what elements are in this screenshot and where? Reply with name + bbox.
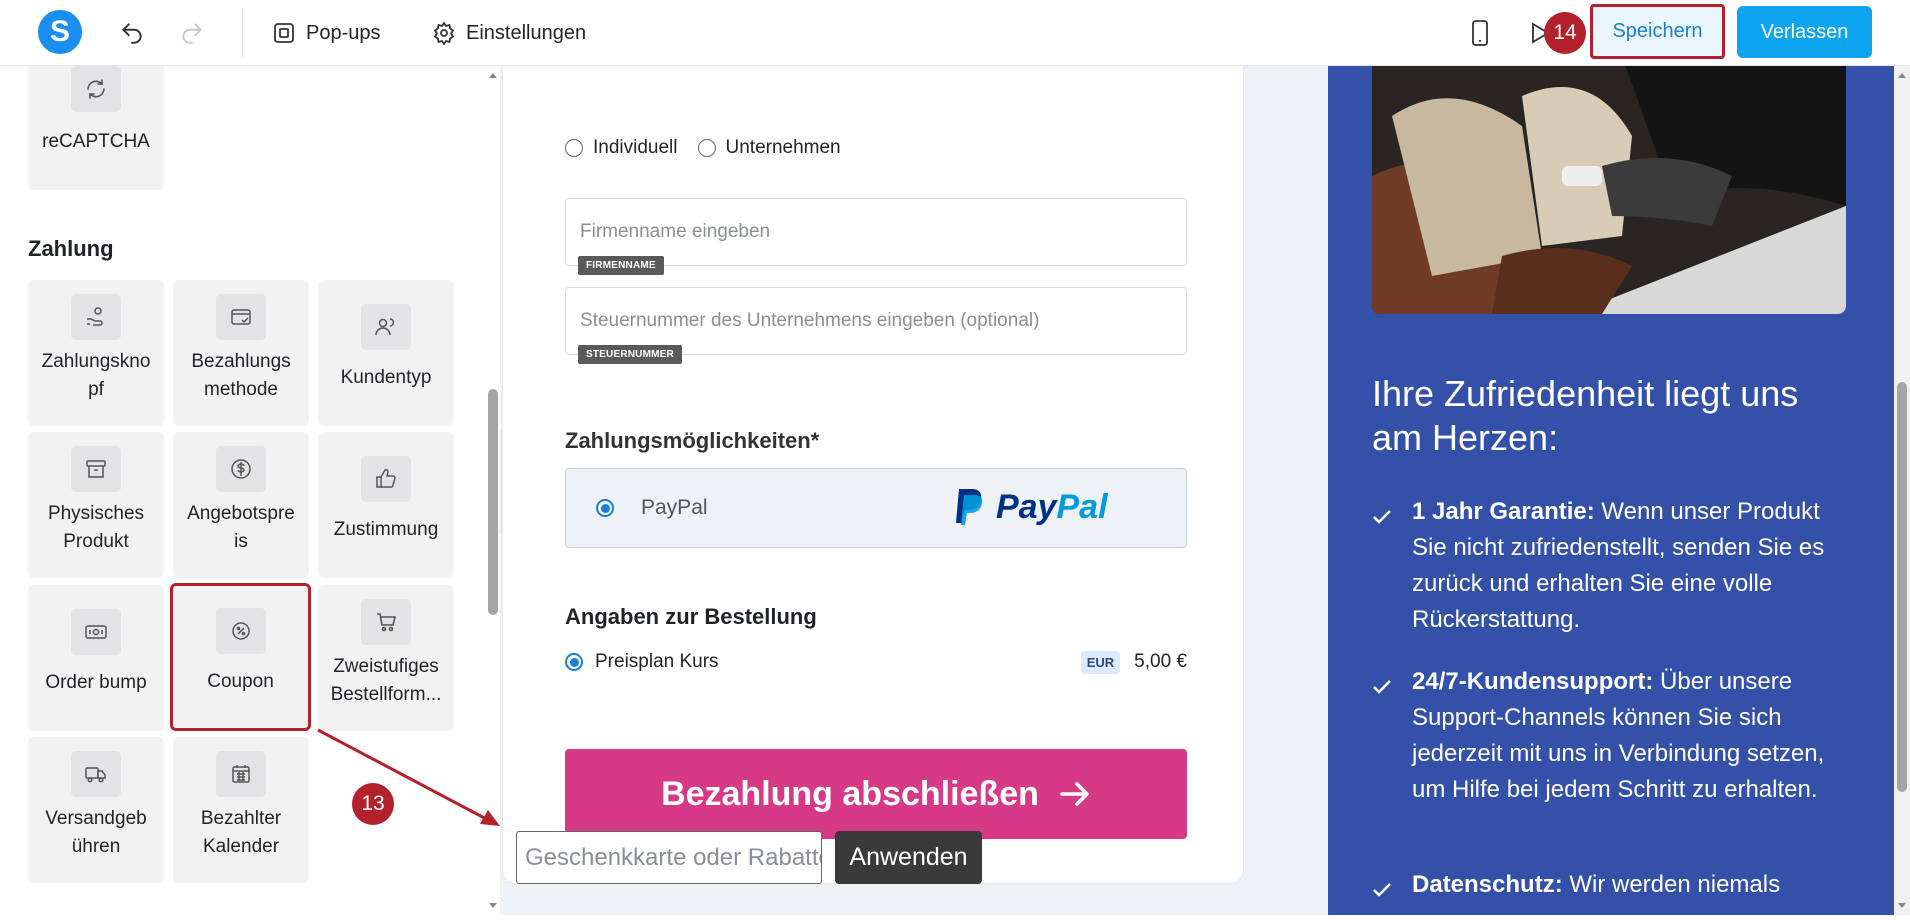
check-icon [1372,664,1412,808]
check-icon [1372,867,1412,909]
panel-title: Ihre Zufriedenheit liegt uns am Herzen: [1372,373,1799,458]
feature-item: 24/7-Kundensupport: Über unsere Support-… [1372,664,1852,808]
product-photo [1372,66,1846,314]
feature-item: 1 Jahr Garantie: Wenn unser Produkt Sie … [1372,494,1852,638]
sales-info-panel: Ihre Zufriedenheit liegt uns am Herzen: … [1328,66,1894,915]
feature-item: Datenschutz: Wir werden niemals [1372,867,1852,909]
step-13-badge: 13 [352,783,394,825]
check-icon [1372,494,1412,638]
page-scrollbar[interactable] [1894,66,1910,915]
